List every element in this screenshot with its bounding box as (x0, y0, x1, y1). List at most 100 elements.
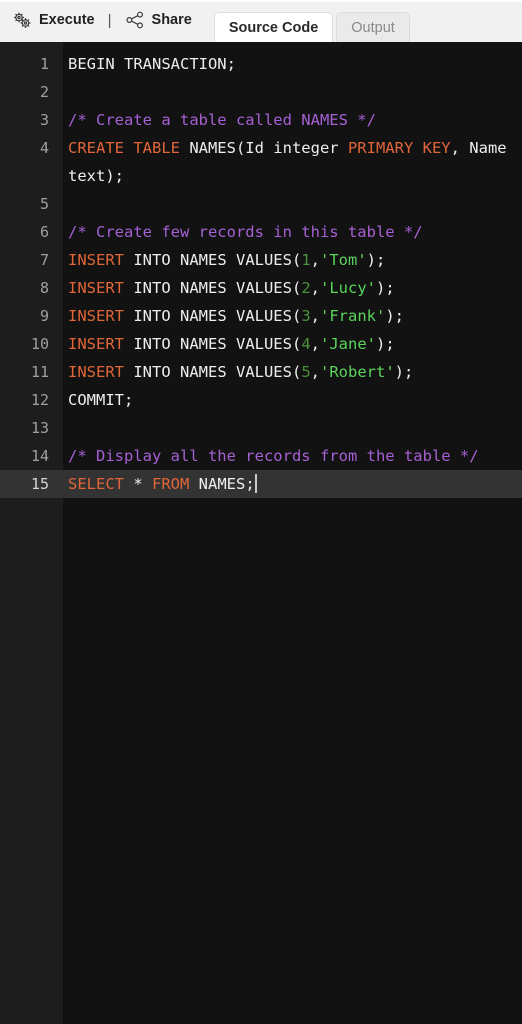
token-txt: INTO NAMES VALUES( (124, 363, 302, 381)
toolbar-actions: Execute | Share (8, 2, 196, 42)
token-cmt: /* Display all the records from the tabl… (68, 447, 479, 465)
code-line[interactable]: 11 INSERT INTO NAMES VALUES(5,'Robert'); (0, 358, 522, 386)
gears-icon (12, 11, 32, 29)
code-line-text[interactable]: SELECT * FROM NAMES; (63, 470, 522, 498)
token-kw: SELECT (68, 475, 124, 493)
code-line[interactable]: 1 BEGIN TRANSACTION; (0, 50, 522, 78)
code-line-text[interactable]: /* Display all the records from the tabl… (63, 442, 522, 470)
code-line[interactable]: 14 /* Display all the records from the ta… (0, 442, 522, 470)
code-line-text[interactable]: /* Create a table called NAMES */ (63, 106, 522, 134)
code-line[interactable]: 9 INSERT INTO NAMES VALUES(3,'Frank'); (0, 302, 522, 330)
token-txt: NAMES; (189, 475, 255, 493)
code-line[interactable]: 8 INSERT INTO NAMES VALUES(2,'Lucy'); (0, 274, 522, 302)
code-line-text[interactable]: INSERT INTO NAMES VALUES(3,'Frank'); (63, 302, 522, 330)
token-txt: ); (385, 307, 404, 325)
line-number: 4 (39, 139, 49, 157)
share-button[interactable]: Share (121, 9, 196, 31)
line-number: 9 (39, 307, 49, 325)
token-kw: INSERT (68, 279, 124, 297)
token-txt: , (310, 251, 320, 269)
line-number: 3 (39, 111, 49, 129)
token-kw: CREATE TABLE (68, 139, 180, 157)
token-txt: ); (376, 335, 395, 353)
token-txt: NAMES(Id integer (179, 139, 348, 157)
editor-tabs: Source Code Output (213, 2, 410, 42)
code-line[interactable]: 7 INSERT INTO NAMES VALUES(1,'Tom'); (0, 246, 522, 274)
token-kw: FROM (152, 475, 190, 493)
token-kw: INSERT (68, 363, 124, 381)
share-label: Share (151, 12, 192, 28)
text-cursor (254, 474, 257, 493)
code-line-text[interactable]: INSERT INTO NAMES VALUES(1,'Tom'); (63, 246, 522, 274)
code-line[interactable]: 2 (0, 78, 522, 106)
token-num: 1 (301, 251, 311, 269)
code-line-text[interactable]: /* Create few records in this table */ (63, 218, 522, 246)
token-num: 4 (301, 335, 311, 353)
line-number: 2 (39, 83, 49, 101)
token-str: 'Robert' (320, 363, 395, 381)
line-number: 7 (39, 251, 49, 269)
tab-output[interactable]: Output (336, 12, 410, 42)
token-kw: INSERT (68, 307, 124, 325)
line-number: 5 (39, 195, 49, 213)
token-kw: INSERT (68, 335, 124, 353)
code-line[interactable]: 4 CREATE TABLE NAMES(Id integer PRIMARY K… (0, 134, 522, 190)
tab-output-label: Output (351, 20, 395, 36)
token-txt: , (310, 363, 320, 381)
share-network-icon (125, 11, 145, 29)
code-line-text[interactable]: INSERT INTO NAMES VALUES(5,'Robert'); (63, 358, 522, 386)
token-txt: INTO NAMES VALUES( (124, 307, 302, 325)
toolbar-separator: | (107, 11, 112, 29)
code-line-text[interactable]: BEGIN TRANSACTION; (63, 50, 522, 78)
code-line-text[interactable]: INSERT INTO NAMES VALUES(2,'Lucy'); (63, 274, 522, 302)
token-cmt: /* Create a table called NAMES */ (68, 111, 376, 129)
token-txt: COMMIT; (68, 391, 134, 409)
code-editor[interactable]: 1 BEGIN TRANSACTION; 2 3 /* Create a table c… (0, 42, 522, 1024)
token-txt: ); (376, 279, 395, 297)
token-txt: BEGIN TRANSACTION; (68, 55, 236, 73)
token-kw: INSERT (68, 251, 124, 269)
line-number: 14 (30, 447, 49, 465)
token-num: 3 (301, 307, 311, 325)
token-str: 'Frank' (320, 307, 386, 325)
token-txt: ); (366, 251, 386, 269)
token-txt: , (310, 279, 320, 297)
code-line[interactable]: 12 COMMIT; (0, 386, 522, 414)
line-number: 10 (30, 335, 49, 353)
token-txt: * (124, 475, 152, 493)
token-txt: , (310, 307, 320, 325)
code-line-text[interactable]: CREATE TABLE NAMES(Id integer PRIMARY KE… (63, 134, 522, 190)
line-number: 1 (39, 55, 49, 73)
code-line[interactable]: 10 INSERT INTO NAMES VALUES(4,'Jane'); (0, 330, 522, 358)
line-number: 15 (30, 475, 49, 493)
token-txt: INTO NAMES VALUES( (124, 251, 302, 269)
token-str: 'Jane' (320, 335, 376, 353)
execute-label: Execute (39, 12, 95, 28)
token-kw: PRIMARY KEY (347, 139, 451, 157)
token-str: 'Lucy' (320, 279, 376, 297)
execute-button[interactable]: Execute (8, 9, 99, 31)
line-number: 6 (39, 223, 49, 241)
token-txt: INTO NAMES VALUES( (124, 279, 302, 297)
token-str: 'Tom' (320, 251, 367, 269)
line-number: 12 (30, 391, 49, 409)
code-line[interactable]: 6 /* Create few records in this table */ (0, 218, 522, 246)
tab-source-code-label: Source Code (228, 20, 319, 36)
code-content[interactable]: 1 BEGIN TRANSACTION; 2 3 /* Create a table c… (0, 42, 522, 498)
code-line[interactable]: 13 (0, 414, 522, 442)
code-line-text[interactable]: INSERT INTO NAMES VALUES(4,'Jane'); (63, 330, 522, 358)
token-num: 2 (301, 279, 311, 297)
code-line[interactable]: 15 SELECT * FROM NAMES; (0, 470, 522, 498)
token-num: 5 (301, 363, 311, 381)
code-line[interactable]: 3 /* Create a table called NAMES */ (0, 106, 522, 134)
tab-source-code[interactable]: Source Code (213, 12, 334, 42)
line-number: 8 (39, 279, 49, 297)
token-txt: ); (394, 363, 414, 381)
toolbar: Execute | Share Source Code Output (0, 0, 522, 42)
line-number: 11 (30, 363, 49, 381)
token-txt: , (310, 335, 320, 353)
code-line[interactable]: 5 (0, 190, 522, 218)
ide-window: Execute | Share Source Code Output 1 BEG… (0, 0, 522, 1024)
token-txt: INTO NAMES VALUES( (124, 335, 302, 353)
code-line-text[interactable]: COMMIT; (63, 386, 522, 414)
